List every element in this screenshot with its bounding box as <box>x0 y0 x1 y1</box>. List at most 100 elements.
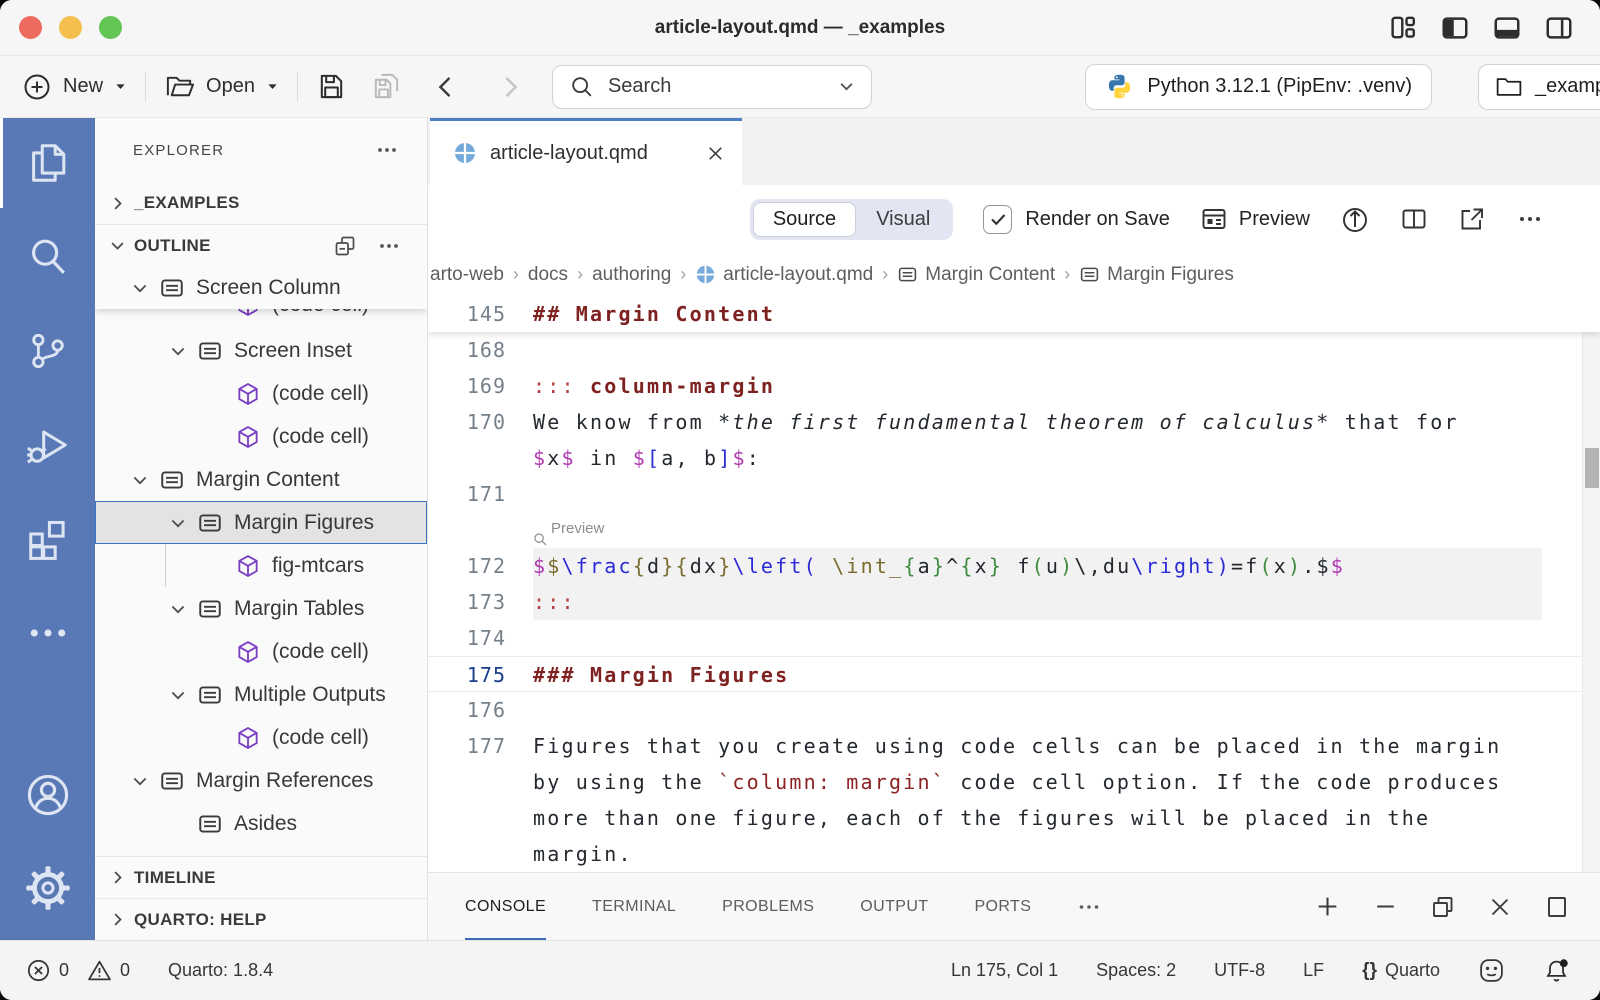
chevron-down-icon[interactable] <box>121 278 159 298</box>
feedback-smiley-icon[interactable] <box>1478 957 1505 984</box>
chevron-down-icon[interactable] <box>121 771 159 791</box>
restore-panel-icon[interactable] <box>1430 894 1456 920</box>
notifications-bell-icon[interactable] <box>1543 957 1570 984</box>
close-window-icon[interactable] <box>19 16 42 39</box>
breadcrumb-item-arto-web[interactable]: arto-web <box>430 264 504 286</box>
quarto-version[interactable]: Quarto: 1.8.4 <box>168 960 273 981</box>
outline-item-code-cell[interactable]: (code cell) <box>95 630 427 673</box>
code-line-145[interactable]: 145## Margin Content <box>428 296 1600 332</box>
code-line-171[interactable]: 171 <box>428 476 1600 512</box>
minimize-window-icon[interactable] <box>59 16 82 39</box>
breadcrumb-item-authoring[interactable]: authoring <box>592 264 671 286</box>
customize-layout-icon[interactable] <box>1389 13 1418 42</box>
preview-button[interactable]: Preview <box>1200 205 1310 233</box>
open-button[interactable]: Open <box>164 71 279 102</box>
maximize-panel-icon[interactable] <box>1544 894 1570 920</box>
split-editor-icon[interactable] <box>1400 205 1428 233</box>
code-line-170[interactable]: 170We know from *the first fundamental t… <box>428 404 1600 440</box>
outline-item-multiple-outputs[interactable]: Multiple Outputs <box>95 673 427 716</box>
cursor-position[interactable]: Ln 175, Col 1 <box>951 960 1058 981</box>
codelens-label[interactable]: Preview <box>551 511 604 547</box>
outline-item-margin-tables[interactable]: Margin Tables <box>95 587 427 630</box>
outline-item-fig-mtcars[interactable]: fig-mtcars <box>95 544 427 587</box>
activity-files[interactable] <box>0 140 95 186</box>
code-line[interactable]: $x$ in $[a, b]$: <box>428 440 1600 476</box>
more-actions-icon[interactable] <box>375 138 399 162</box>
render-on-save-checkbox[interactable] <box>983 205 1012 234</box>
code-line-177[interactable]: 177Figures that you create using code ce… <box>428 728 1600 764</box>
code-line-176[interactable]: 176 <box>428 692 1600 728</box>
language-mode[interactable]: {} Quarto <box>1362 960 1440 982</box>
code-line-173[interactable]: 173::: <box>428 584 1600 620</box>
code-line[interactable]: more than one figure, each of the figure… <box>428 800 1600 836</box>
code-line[interactable]: margin. <box>428 836 1600 872</box>
collapse-all-icon[interactable] <box>333 234 357 258</box>
panel-tab-ports[interactable]: PORTS <box>974 873 1031 940</box>
new-terminal-icon[interactable] <box>1314 893 1341 920</box>
activity-extensions[interactable] <box>0 516 95 562</box>
editor-scrollbar[interactable] <box>1582 296 1600 872</box>
chevron-down-icon[interactable] <box>159 599 197 619</box>
section-outline[interactable]: OUTLINE <box>95 224 427 266</box>
save-icon[interactable] <box>316 71 347 102</box>
section-timeline[interactable]: TIMELINE <box>95 856 427 898</box>
outline-item-margin-content[interactable]: Margin Content <box>95 458 427 501</box>
outline-item-screen-inset[interactable]: Screen Inset <box>95 329 427 372</box>
close-panel-icon[interactable] <box>1487 894 1513 920</box>
section-examples[interactable]: _EXAMPLES <box>95 182 427 224</box>
chevron-down-icon[interactable] <box>159 513 197 533</box>
encoding[interactable]: UTF-8 <box>1214 960 1265 981</box>
save-all-icon[interactable] <box>371 71 402 102</box>
panel-tab-console[interactable]: CONSOLE <box>465 873 546 940</box>
panel-tab-terminal[interactable]: TERMINAL <box>592 873 676 940</box>
section-quarto-help[interactable]: QUARTO: HELP <box>95 898 427 940</box>
outline-item-asides[interactable]: Asides <box>95 802 427 845</box>
problems-status[interactable]: 0 0 <box>26 958 130 983</box>
chevron-down-icon[interactable] <box>159 341 197 361</box>
activity-settings[interactable] <box>0 865 95 911</box>
panel-tab-problems[interactable]: PROBLEMS <box>722 873 814 940</box>
codelens-row[interactable]: Preview <box>428 512 1600 548</box>
breadcrumb-item-margin-content[interactable]: Margin Content <box>897 264 1055 286</box>
workspace-button[interactable]: _examples <box>1478 64 1600 110</box>
code-line-172[interactable]: 172$$\frac{d}{dx}\left( \int_{a}^{x} f(u… <box>428 548 1600 584</box>
chevron-down-icon[interactable] <box>838 78 855 95</box>
outline-item-code-cell[interactable]: (code cell) <box>95 309 427 326</box>
navigate-forward-icon[interactable] <box>496 73 524 101</box>
breadcrumb-item-margin-figures[interactable]: Margin Figures <box>1079 264 1234 286</box>
activity-account[interactable] <box>0 772 95 818</box>
activity-source-control[interactable] <box>0 328 95 374</box>
panel-more-icon[interactable] <box>1077 895 1101 919</box>
breadcrumb-item-article-layout-qmd[interactable]: article-layout.qmd <box>695 264 873 286</box>
open-external-icon[interactable] <box>1458 205 1486 233</box>
search-input[interactable]: Search <box>552 65 872 109</box>
chevron-down-icon[interactable] <box>121 470 159 490</box>
source-mode-button[interactable]: Source <box>753 202 856 237</box>
more-actions-icon[interactable] <box>1516 205 1544 233</box>
python-interpreter-button[interactable]: Python 3.12.1 (PipEnv: .venv) <box>1085 64 1432 110</box>
render-document-icon[interactable] <box>1340 204 1370 234</box>
close-tab-icon[interactable] <box>705 143 726 164</box>
code-editor[interactable]: 145## Margin Content168169::: column-mar… <box>428 296 1600 872</box>
visual-mode-button[interactable]: Visual <box>856 202 950 237</box>
code-line-168[interactable]: 168 <box>428 332 1600 368</box>
new-button[interactable]: New <box>22 72 127 102</box>
zoom-window-icon[interactable] <box>99 16 122 39</box>
code-line-169[interactable]: 169::: column-margin <box>428 368 1600 404</box>
toggle-primary-sidebar-icon[interactable] <box>1440 13 1470 43</box>
code-line-175[interactable]: 175### Margin Figures <box>428 656 1600 692</box>
outline-item-code-cell[interactable]: (code cell) <box>95 415 427 458</box>
minimize-panel-icon[interactable] <box>1372 893 1399 920</box>
toggle-panel-icon[interactable] <box>1492 13 1522 43</box>
activity-search[interactable] <box>0 234 95 280</box>
eol-sequence[interactable]: LF <box>1303 960 1324 981</box>
code-line[interactable]: by using the `column: margin` code cell … <box>428 764 1600 800</box>
toggle-secondary-sidebar-icon[interactable] <box>1544 13 1574 43</box>
scrollbar-thumb[interactable] <box>1585 448 1599 488</box>
outline-item-margin-references[interactable]: Margin References <box>95 759 427 802</box>
panel-tab-output[interactable]: OUTPUT <box>860 873 928 940</box>
activity-run-debug[interactable] <box>0 422 95 468</box>
outline-item-screen-column[interactable]: Screen Column <box>95 266 427 309</box>
chevron-down-icon[interactable] <box>159 685 197 705</box>
indentation[interactable]: Spaces: 2 <box>1096 960 1176 981</box>
